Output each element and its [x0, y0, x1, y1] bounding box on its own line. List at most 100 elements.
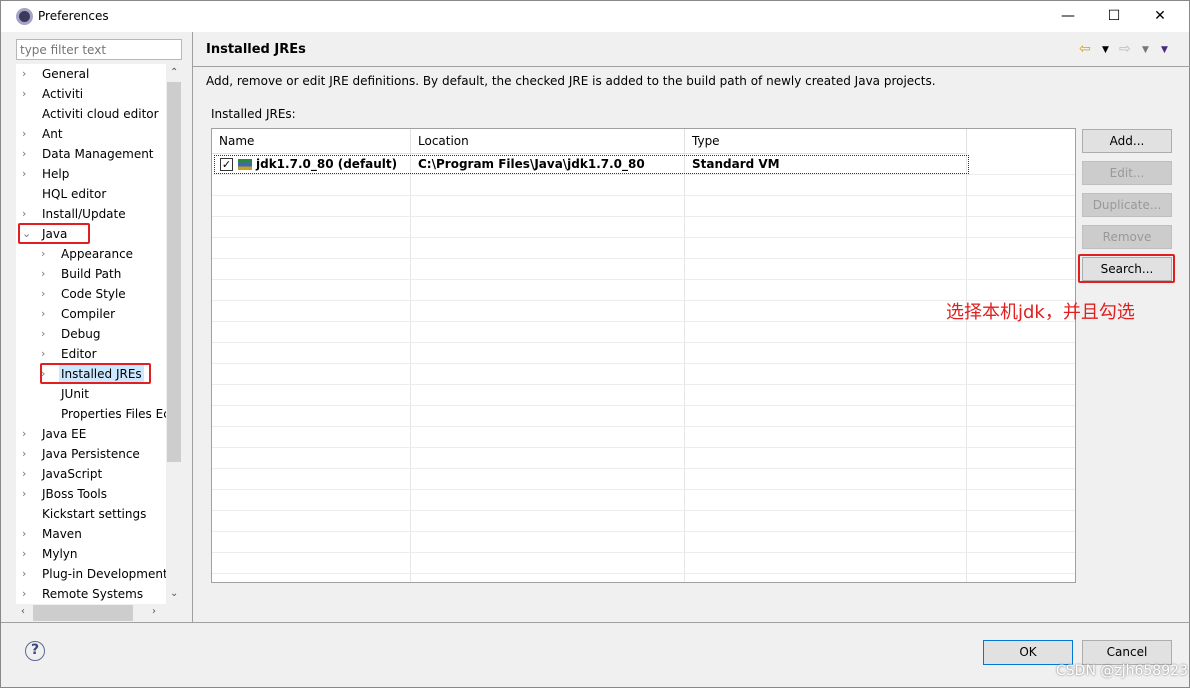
jre-checkbox[interactable]: ✓	[220, 158, 233, 171]
scroll-thumb[interactable]	[33, 605, 133, 621]
forward-arrow-icon[interactable]: ⇨	[1119, 41, 1131, 57]
row-gridline	[212, 279, 1075, 280]
maximize-button[interactable]: ☐	[1091, 5, 1137, 27]
row-gridline	[212, 447, 1075, 448]
tree-item-label: Debug	[61, 327, 101, 341]
add-button[interactable]: Add...	[1082, 129, 1172, 153]
tree-item-properties-files-ec[interactable]: Properties Files Ec	[16, 404, 170, 424]
tree-item-kickstart-settings[interactable]: Kickstart settings	[16, 504, 166, 524]
tree-item-data-management[interactable]: › Data Management	[16, 144, 166, 164]
column-divider	[212, 154, 411, 582]
chevron-right-icon[interactable]: ›	[22, 204, 34, 224]
column-header-location[interactable]: Location	[411, 129, 685, 154]
highlight-box	[18, 223, 90, 244]
close-button[interactable]: ✕	[1137, 5, 1183, 27]
tree-item-label: Install/Update	[42, 207, 126, 221]
chevron-right-icon[interactable]: ›	[41, 344, 53, 364]
vertical-scrollbar[interactable]: ⌃ ⌄	[166, 64, 182, 604]
tree-item-jboss-tools[interactable]: › JBoss Tools	[16, 484, 166, 504]
pane-divider[interactable]	[192, 32, 193, 622]
scroll-up-icon[interactable]: ⌃	[170, 67, 178, 78]
chevron-right-icon[interactable]: ›	[22, 84, 34, 104]
scroll-down-icon[interactable]: ⌄	[170, 588, 178, 599]
remove-button[interactable]: Remove	[1082, 225, 1172, 249]
chevron-right-icon[interactable]: ›	[41, 324, 53, 344]
chevron-right-icon[interactable]: ›	[22, 524, 34, 544]
column-divider	[411, 154, 685, 582]
tree-item-junit[interactable]: JUnit	[16, 384, 166, 404]
help-icon[interactable]: ?	[25, 641, 45, 661]
chevron-right-icon[interactable]: ›	[22, 424, 34, 444]
tree-item-ant[interactable]: › Ant	[16, 124, 166, 144]
column-header-name[interactable]: Name	[212, 129, 411, 154]
row-gridline	[212, 426, 1075, 427]
jre-library-icon	[238, 159, 252, 170]
tree-item-label: Java Persistence	[42, 447, 140, 461]
tree-item-compiler[interactable]: › Compiler	[16, 304, 166, 324]
scroll-left-icon[interactable]: ‹	[21, 606, 25, 617]
ok-button[interactable]: OK	[983, 640, 1073, 665]
tree-item-hql-editor[interactable]: HQL editor	[16, 184, 166, 204]
chevron-right-icon[interactable]: ›	[22, 164, 34, 184]
tree-item-debug[interactable]: › Debug	[16, 324, 166, 344]
tree-item-label: JUnit	[61, 387, 89, 401]
tree-item-code-style[interactable]: › Code Style	[16, 284, 166, 304]
tree-item-build-path[interactable]: › Build Path	[16, 264, 166, 284]
tree-item-appearance[interactable]: › Appearance	[16, 244, 166, 264]
column-header-type[interactable]: Type	[685, 129, 967, 154]
row-gridline	[212, 216, 1075, 217]
horizontal-scrollbar[interactable]: ‹ ›	[16, 604, 182, 622]
chevron-right-icon[interactable]: ›	[22, 64, 34, 84]
tree-item-remote-systems[interactable]: › Remote Systems	[16, 584, 166, 604]
cancel-button[interactable]: Cancel	[1082, 640, 1172, 665]
duplicate-button[interactable]: Duplicate...	[1082, 193, 1172, 217]
filter-input[interactable]	[16, 39, 182, 60]
tree-item-label: Editor	[61, 347, 97, 361]
chevron-right-icon[interactable]: ›	[22, 124, 34, 144]
jre-location: C:\Program Files\Java\jdk1.7.0_80	[418, 157, 645, 171]
tree-item-install-update[interactable]: › Install/Update	[16, 204, 166, 224]
chevron-right-icon[interactable]: ›	[22, 464, 34, 484]
tree-item-java-persistence[interactable]: › Java Persistence	[16, 444, 166, 464]
tree-item-label: Help	[42, 167, 70, 181]
tree-item-activiti[interactable]: › Activiti	[16, 84, 166, 104]
edit-button[interactable]: Edit...	[1082, 161, 1172, 185]
eclipse-icon	[16, 8, 33, 25]
tree-item-editor[interactable]: › Editor	[16, 344, 166, 364]
chevron-right-icon[interactable]: ›	[41, 304, 53, 324]
footer-divider	[1, 622, 1190, 623]
jre-name: jdk1.7.0_80 (default)	[256, 157, 398, 171]
back-menu-icon[interactable]: ▼	[1102, 45, 1109, 55]
tree-item-label: Code Style	[61, 287, 126, 301]
chevron-right-icon[interactable]: ›	[22, 584, 34, 604]
chevron-right-icon[interactable]: ›	[22, 444, 34, 464]
chevron-right-icon[interactable]: ›	[22, 144, 34, 164]
chevron-right-icon[interactable]: ›	[41, 264, 53, 284]
table-row[interactable]: ✓ jdk1.7.0_80 (default) C:\Program Files…	[214, 155, 969, 174]
search-highlight-box	[1078, 254, 1175, 283]
scroll-right-icon[interactable]: ›	[152, 606, 156, 617]
minimize-button[interactable]: —	[1045, 5, 1091, 27]
chevron-right-icon[interactable]: ›	[22, 484, 34, 504]
window-title: Preferences	[38, 9, 109, 23]
tree-item-general[interactable]: › General	[16, 64, 166, 84]
tree-item-help[interactable]: › Help	[16, 164, 166, 184]
view-menu-icon[interactable]: ▼	[1161, 45, 1168, 55]
chevron-right-icon[interactable]: ›	[41, 284, 53, 304]
tree-item-javascript[interactable]: › JavaScript	[16, 464, 166, 484]
forward-menu-icon[interactable]: ▼	[1142, 45, 1149, 55]
scroll-thumb[interactable]	[167, 82, 181, 462]
tree-item-activiti-cloud-editor[interactable]: Activiti cloud editor	[16, 104, 166, 124]
jre-table: Name Location Type ✓ jdk1.7.0_80 (defaul…	[211, 128, 1076, 583]
row-gridline	[212, 237, 1075, 238]
tree-item-java-ee[interactable]: › Java EE	[16, 424, 166, 444]
chevron-right-icon[interactable]: ›	[41, 244, 53, 264]
chevron-right-icon[interactable]: ›	[22, 544, 34, 564]
tree-item-maven[interactable]: › Maven	[16, 524, 166, 544]
row-gridline	[212, 489, 1075, 490]
row-gridline	[212, 573, 1075, 574]
tree-item-plug-in-development[interactable]: › Plug-in Development	[16, 564, 168, 584]
tree-item-mylyn[interactable]: › Mylyn	[16, 544, 166, 564]
back-arrow-icon[interactable]: ⇦	[1079, 41, 1091, 57]
chevron-right-icon[interactable]: ›	[22, 564, 34, 584]
